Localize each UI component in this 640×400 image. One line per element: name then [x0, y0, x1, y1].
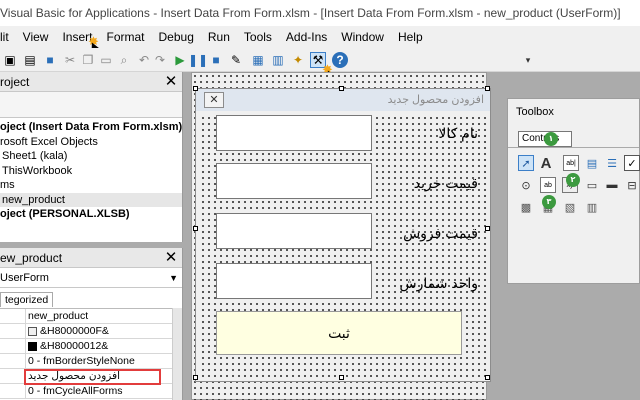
property-row[interactable]: 0 - fmBorderStyleNone	[0, 354, 182, 369]
product-name-label: نام کالا	[438, 125, 478, 141]
object-select[interactable]: UserForm ▼	[0, 268, 182, 288]
resize-handle[interactable]	[193, 226, 198, 231]
properties-panel: ew_product ✕ UserForm ▼ tegorized new_pr…	[0, 248, 183, 400]
tree-item[interactable]: Sheet1 (kala)	[0, 149, 182, 164]
menu-run[interactable]: Run	[201, 26, 237, 48]
menu-add-ins[interactable]: Add-Ins	[279, 26, 334, 48]
sale-price-textbox[interactable]	[216, 213, 372, 249]
color-swatch	[28, 341, 37, 351]
resize-handle[interactable]	[193, 86, 198, 91]
toggle-button-tool-icon[interactable]: ab	[540, 177, 556, 193]
window-title-bar: Visual Basic for Applications - Insert D…	[0, 0, 640, 26]
unit-textbox[interactable]	[216, 263, 372, 299]
cut-icon[interactable]: ✂	[62, 52, 78, 68]
tabstrip-tool-icon[interactable]: ▬	[604, 177, 620, 193]
checkbox-tool-icon[interactable]: ✓	[624, 155, 640, 171]
resize-handle[interactable]	[339, 86, 344, 91]
purchase-price-textbox[interactable]	[216, 163, 372, 199]
properties-window-icon[interactable]: ▥	[270, 52, 286, 68]
refedit-tool-icon[interactable]: ▥	[584, 199, 600, 215]
option-button-tool-icon[interactable]: ⊙	[518, 177, 534, 193]
design-mode-icon[interactable]: ✎	[228, 52, 244, 68]
submit-button[interactable]: ثبت	[216, 311, 462, 355]
highlight-box	[24, 369, 161, 385]
excel-icon[interactable]: ▣	[2, 52, 18, 68]
step-marker-2: ۲	[566, 173, 580, 187]
menu-window[interactable]: Window	[334, 26, 391, 48]
combobox-tool-icon[interactable]: ▤	[584, 155, 600, 171]
find-icon[interactable]: ⌕	[116, 52, 132, 68]
product-name-textbox[interactable]	[216, 115, 372, 151]
resize-handle[interactable]	[485, 375, 490, 380]
reset-icon[interactable]: ■	[208, 52, 224, 68]
menu-view[interactable]: View	[16, 26, 56, 48]
tree-item[interactable]: oject (PERSONAL.XLSB)	[0, 207, 182, 222]
tree-item-selected[interactable]: new_product	[0, 192, 182, 207]
close-icon[interactable]: ✕	[204, 92, 224, 108]
properties-header: ew_product ✕	[0, 248, 182, 268]
step-marker-1: ۱	[544, 132, 558, 146]
userform-title-bar: افزودن محصول جدید ✕	[196, 89, 490, 111]
menu-help[interactable]: Help	[391, 26, 430, 48]
menu-debug[interactable]: Debug	[152, 26, 201, 48]
menu-format[interactable]: Format	[99, 26, 151, 48]
object-browser-icon[interactable]: ✦	[290, 52, 306, 68]
property-row[interactable]: &H80000012&	[0, 339, 182, 354]
standard-toolbar: ▣ ▤ ■ ✂ ❐ ▭ ⌕ ↶ ↷ ▶ ❚❚ ■ ✎ ▦ ▥ ✦ ⚒ ? ▾	[0, 48, 640, 72]
scrollbar-tool-icon[interactable]: ▩	[518, 199, 534, 215]
scrollbar[interactable]	[172, 308, 182, 400]
image-tool-icon[interactable]: ▧	[562, 199, 578, 215]
project-explorer-header: roject ✕	[0, 72, 182, 92]
project-tree: oject (Insert Data From Form.xlsm) rosof…	[0, 118, 182, 222]
paste-icon[interactable]: ▭	[98, 52, 114, 68]
resize-handle[interactable]	[339, 375, 344, 380]
run-icon[interactable]: ▶	[172, 52, 188, 68]
project-explorer-panel: roject ✕ oject (Insert Data From Form.xl…	[0, 72, 183, 242]
tree-item[interactable]: rosoft Excel Objects	[0, 135, 182, 150]
help-icon[interactable]: ?	[332, 52, 348, 68]
textbox-tool-icon[interactable]: ab|	[563, 155, 579, 171]
properties-grid: new_product &H8000000F& &H80000012& 0 - …	[0, 308, 182, 399]
property-row[interactable]: 0 - fmCycleAllForms	[0, 384, 182, 399]
toolbar-options-icon[interactable]: ▾	[520, 52, 536, 68]
property-row[interactable]: new_product	[0, 309, 182, 324]
select-objects-icon[interactable]: ➚	[518, 155, 534, 171]
label-tool-icon[interactable]: A	[538, 155, 554, 172]
color-swatch	[28, 326, 37, 336]
userform-body: نام کالا قیمت خرید قیمت فروش واحد شمارش …	[200, 115, 486, 377]
resize-handle[interactable]	[193, 375, 198, 380]
close-icon[interactable]: ✕	[164, 74, 178, 90]
insert-userform-icon[interactable]: ▤	[22, 52, 38, 68]
userform-window[interactable]: افزودن محصول جدید ✕ نام کالا قیمت خرید ق…	[195, 88, 491, 382]
close-icon[interactable]: ✕	[164, 250, 178, 266]
purchase-price-label: قیمت خرید	[413, 175, 478, 191]
project-explorer-icon[interactable]: ▦	[250, 52, 266, 68]
redo-icon[interactable]: ↷	[152, 52, 168, 68]
window-title: Visual Basic for Applications - Insert D…	[0, 6, 621, 20]
menu-tools[interactable]: Tools	[237, 26, 279, 48]
undo-icon[interactable]: ↶	[136, 52, 152, 68]
tree-item[interactable]: ThisWorkbook	[0, 164, 182, 179]
tree-item[interactable]: ms	[0, 178, 182, 193]
tab-categorized[interactable]: tegorized	[0, 292, 54, 307]
toolbox-title: Toolbox	[516, 106, 554, 118]
multipage-tool-icon[interactable]: ⊟	[624, 177, 640, 193]
copy-icon[interactable]: ❐	[80, 52, 96, 68]
step-marker-3: ۳	[542, 195, 556, 209]
command-button-tool-icon[interactable]: ▭	[584, 177, 600, 193]
resize-handle[interactable]	[485, 86, 490, 91]
property-row[interactable]: &H8000000F&	[0, 324, 182, 339]
chevron-down-icon[interactable]: ▼	[169, 268, 178, 288]
sale-price-label: قیمت فروش	[403, 225, 478, 241]
project-toolbar	[0, 92, 182, 118]
save-icon[interactable]: ■	[42, 52, 58, 68]
resize-handle[interactable]	[485, 226, 490, 231]
unit-label: واحد شمارش	[399, 275, 478, 291]
toolbox-window[interactable]: Toolbox Controls ➚ A ab| ▤ ☰ ✓ ⊙ ab xy ▭…	[507, 98, 640, 284]
listbox-tool-icon[interactable]: ☰	[604, 155, 620, 171]
menu-edit[interactable]: lit	[0, 26, 16, 48]
break-icon[interactable]: ❚❚	[188, 52, 208, 68]
tree-item[interactable]: oject (Insert Data From Form.xlsm)	[0, 120, 182, 135]
properties-tabs: tegorized	[0, 288, 182, 308]
